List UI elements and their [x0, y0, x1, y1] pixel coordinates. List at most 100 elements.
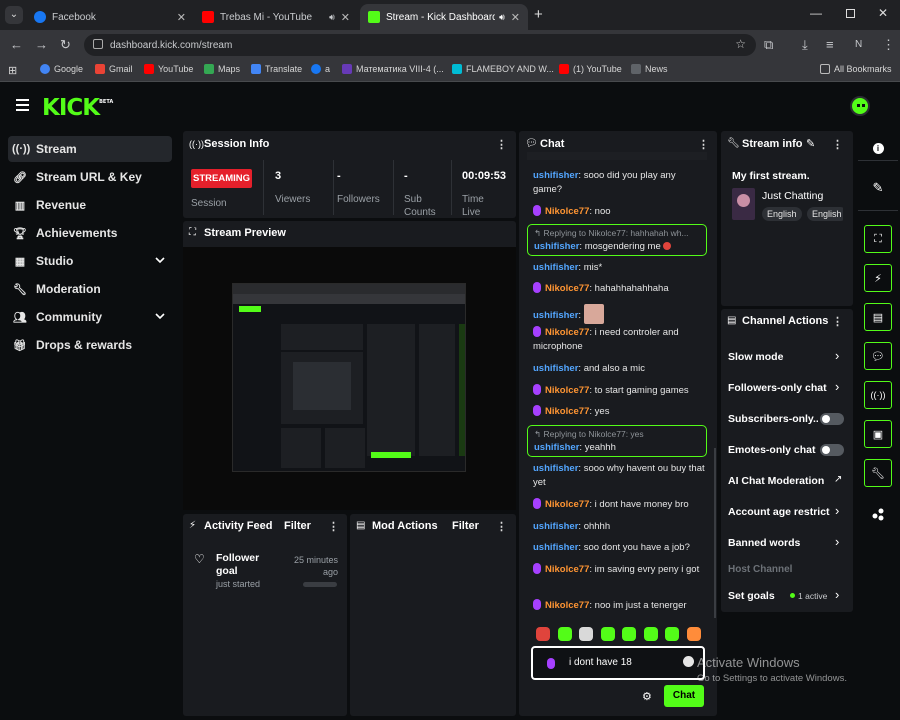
apps-grid-icon[interactable]: ⊞: [8, 64, 17, 77]
chat-username[interactable]: ushifisher: [533, 170, 578, 181]
edit-icon[interactable]: ✎: [864, 174, 892, 202]
menu-icon[interactable]: ⋮: [882, 37, 895, 53]
emote-5[interactable]: [622, 627, 636, 641]
bookmark-youtube-2[interactable]: (1) YouTube: [559, 64, 622, 74]
media-icon[interactable]: ≡: [826, 37, 834, 52]
bookmark-gmail[interactable]: Gmail: [95, 64, 133, 74]
card-icon[interactable]: ▣: [864, 420, 892, 448]
chat-username[interactable]: ushifisher: [533, 542, 578, 553]
stream-info-menu-icon[interactable]: ⋮: [832, 138, 843, 151]
session-menu-icon[interactable]: ⋮: [496, 138, 507, 151]
document-icon[interactable]: ▤: [864, 303, 892, 331]
chat-username[interactable]: ushifisher: [533, 521, 578, 532]
channel-actions-menu-icon[interactable]: ⋮: [832, 315, 843, 328]
slow-mode-option[interactable]: Slow mode: [728, 351, 846, 363]
chat-send-button[interactable]: Chat: [664, 685, 704, 707]
chat-username[interactable]: Nikolce77: [545, 406, 589, 417]
browser-tab-youtube[interactable]: Trebas Mi - YouTube 🔊︎ ✕: [194, 4, 358, 30]
emote-4[interactable]: [600, 627, 615, 641]
chat-username[interactable]: Nikolce77: [545, 206, 589, 217]
close-tab-icon[interactable]: ✕: [177, 11, 186, 24]
set-goals-option[interactable]: Set goals: [728, 590, 788, 602]
chat-username[interactable]: Nikolce77: [545, 564, 589, 575]
sidebar-item-achievements[interactable]: 🏆︎ Achievements: [8, 220, 172, 246]
bookmark-maps[interactable]: Maps: [204, 64, 240, 74]
speaker-icon[interactable]: 🔊︎: [499, 12, 505, 23]
extensions-icon[interactable]: ⧉: [764, 37, 773, 53]
bookmark-math[interactable]: Математика VIII-4 (...: [342, 64, 444, 74]
close-tab-icon[interactable]: ✕: [511, 11, 520, 24]
chat-username[interactable]: Nikolce77: [545, 385, 589, 396]
kick-logo[interactable]: KICKBETA: [42, 95, 113, 121]
chat-username[interactable]: Nikolce77: [545, 327, 589, 338]
mod-menu-icon[interactable]: ⋮: [496, 520, 507, 533]
chat-username[interactable]: ushifisher: [534, 241, 579, 252]
bookmark-a[interactable]: a: [311, 64, 330, 74]
lightning-icon[interactable]: ⚡︎: [864, 264, 892, 292]
bookmark-youtube[interactable]: YouTube: [144, 64, 193, 74]
sidebar-item-community[interactable]: 👥︎ Community: [8, 304, 172, 330]
sidebar-item-revenue[interactable]: ▥ Revenue: [8, 192, 172, 218]
broadcast-icon[interactable]: ((·)): [864, 381, 892, 409]
emote-7[interactable]: [665, 627, 679, 641]
tab-search-button[interactable]: ⌄: [5, 6, 23, 24]
user-avatar[interactable]: [850, 96, 870, 116]
speaker-icon[interactable]: 🔊︎: [329, 12, 335, 23]
hamburger-icon[interactable]: [16, 99, 29, 111]
emotes-only-toggle[interactable]: [820, 444, 844, 456]
back-icon[interactable]: ←: [10, 37, 23, 52]
chat-input[interactable]: i dont have 18: [531, 646, 705, 680]
chat-username[interactable]: Nikolce77: [545, 600, 589, 611]
chat-username[interactable]: ushifisher: [534, 442, 579, 453]
browser-tab-kick[interactable]: Stream - Kick Dashboard 🔊︎ ✕: [360, 4, 528, 30]
chat-settings-icon[interactable]: ⚙︎: [642, 690, 652, 703]
bookmark-translate[interactable]: Translate: [251, 64, 302, 74]
edit-pencil-icon[interactable]: ✎: [806, 137, 815, 150]
chat-username[interactable]: ushifisher: [533, 262, 578, 273]
ai-chat-moderation-option[interactable]: AI Chat Moderation: [728, 475, 828, 487]
emote-8[interactable]: [686, 627, 701, 641]
sidebar-item-moderation[interactable]: 🔧︎ Moderation: [8, 276, 172, 302]
bookmark-star-icon[interactable]: ☆: [735, 37, 746, 51]
new-tab-button[interactable]: +: [534, 6, 543, 23]
minimize-button[interactable]: —: [810, 6, 822, 20]
sidebar-item-stream-url-key[interactable]: 🔗︎ Stream URL & Key: [8, 164, 172, 190]
bookmark-flameboy[interactable]: FLAMEBOY AND W...: [452, 64, 554, 74]
stream-preview-video[interactable]: [183, 247, 516, 510]
subscribers-only-toggle[interactable]: [820, 413, 844, 425]
chat-menu-icon[interactable]: ⋮: [698, 138, 709, 151]
chat-username[interactable]: ushifisher: [533, 363, 578, 374]
close-tab-icon[interactable]: ✕: [341, 11, 350, 24]
chat-username[interactable]: ushifisher: [533, 310, 578, 321]
reload-icon[interactable]: ↻: [60, 37, 71, 53]
activity-menu-icon[interactable]: ⋮: [328, 520, 339, 533]
chat-username[interactable]: Nikolce77: [545, 499, 589, 510]
chat-scrollbar[interactable]: [714, 448, 716, 618]
url-field[interactable]: dashboard.kick.com/stream ☆: [84, 34, 756, 56]
all-bookmarks[interactable]: All Bookmarks: [820, 64, 892, 74]
profile-avatar[interactable]: N: [855, 39, 862, 50]
emote-1[interactable]: [536, 627, 550, 641]
chevron-right-icon[interactable]: ›: [835, 379, 839, 394]
activity-filter-button[interactable]: Filter: [284, 520, 311, 532]
emote-2[interactable]: [557, 627, 572, 641]
bookmark-news[interactable]: News: [631, 64, 668, 74]
forward-icon[interactable]: →: [35, 37, 48, 52]
followers-only-option[interactable]: Followers-only chat: [728, 382, 846, 394]
info-icon[interactable]: i: [864, 134, 892, 162]
chat-icon[interactable]: 💬︎: [864, 342, 892, 370]
sidebar-item-stream[interactable]: ((·)) Stream: [8, 136, 172, 162]
apps-icon[interactable]: [864, 500, 892, 528]
chat-username[interactable]: Nikolce77: [545, 283, 589, 294]
screen-capture-icon[interactable]: ⛶: [864, 225, 892, 253]
account-age-option[interactable]: Account age restricti...: [728, 506, 830, 518]
emote-6[interactable]: [643, 627, 658, 641]
emote-3[interactable]: [579, 627, 593, 641]
emoji-picker-icon[interactable]: [683, 656, 694, 667]
banned-words-option[interactable]: Banned words: [728, 537, 846, 549]
wrench-icon[interactable]: 🔧︎: [864, 459, 892, 487]
maximize-button[interactable]: [846, 9, 855, 18]
browser-tab-facebook[interactable]: Facebook ✕: [26, 4, 194, 30]
chevron-right-icon[interactable]: ›: [835, 587, 839, 602]
chevron-right-icon[interactable]: ›: [835, 534, 839, 549]
